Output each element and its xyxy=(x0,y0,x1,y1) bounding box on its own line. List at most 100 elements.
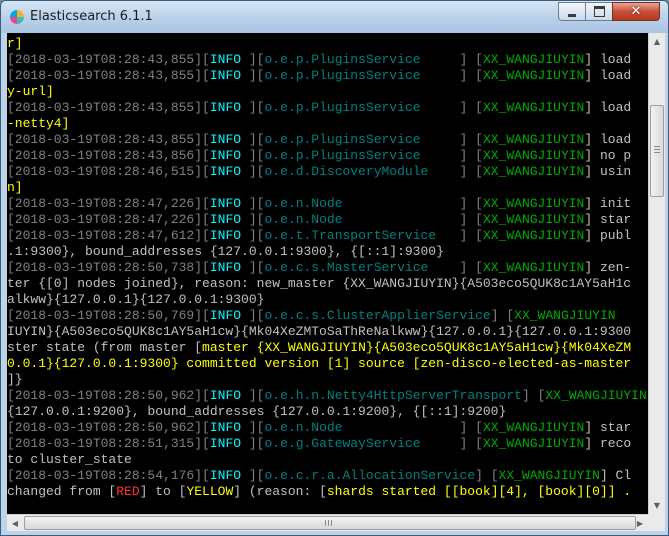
log-segment: INFO xyxy=(209,100,249,115)
log-segment: ] init xyxy=(584,196,632,211)
log-segment: XX_WANGJIUYIN xyxy=(498,468,600,483)
console-output[interactable]: r] [2018-03-19T08:28:43,855][INFO ][o.e.p… xyxy=(7,33,648,514)
log-segment: o.e.c.s.MasterService xyxy=(264,260,460,275)
scroll-left-icon[interactable]: ◀ xyxy=(7,515,23,532)
log-line: to cluster_state xyxy=(7,452,648,468)
log-segment: ] load xyxy=(584,52,632,67)
log-segment: [ xyxy=(202,52,210,67)
log-segment: INFO xyxy=(209,308,249,323)
log-segment: [ xyxy=(202,100,210,115)
log-segment: ] reco xyxy=(584,436,632,451)
log-segment: [2018-03-19T08:28:51,315] xyxy=(7,436,203,451)
log-line: [2018-03-19T08:28:43,855][INFO ][o.e.p.P… xyxy=(7,132,648,148)
log-segment: ][ xyxy=(248,132,265,147)
log-line: [2018-03-19T08:28:47,226][INFO ][o.e.n.N… xyxy=(7,212,648,228)
log-segment: .1:9300}, bound_addresses {127.0.0.1:930… xyxy=(7,244,444,259)
log-segment: ] star xyxy=(584,420,632,435)
log-line: y-url] xyxy=(7,84,648,100)
log-segment: ][ xyxy=(248,388,265,403)
log-segment: ] [ xyxy=(459,132,483,147)
log-segment: ] [ xyxy=(475,468,499,483)
log-line: changed from [RED] to [YELLOW] (reason: … xyxy=(7,484,648,500)
log-segment: ] usin xyxy=(584,164,632,179)
log-segment: ][ xyxy=(248,148,265,163)
log-segment: ] [ xyxy=(459,228,483,243)
log-segment: ] [ xyxy=(459,164,483,179)
grip-line xyxy=(654,152,660,153)
log-segment: ][ xyxy=(248,68,265,83)
log-segment: o.e.c.s.ClusterApplierService xyxy=(264,308,491,323)
log-segment: ] [ xyxy=(459,196,483,211)
grip-line xyxy=(325,520,326,526)
log-segment: [ xyxy=(202,68,210,83)
log-segment: -netty4] xyxy=(7,116,70,131)
log-segment: INFO xyxy=(209,388,249,403)
title-bar[interactable]: Elasticsearch 6.1.1 ✕ xyxy=(1,1,668,33)
log-segment: ] Cl xyxy=(599,468,632,483)
log-segment: INFO xyxy=(209,468,249,483)
log-segment: o.e.n.Node xyxy=(264,212,460,227)
log-segment: y-url] xyxy=(7,84,54,99)
vertical-scroll-thumb[interactable] xyxy=(650,105,664,197)
grip-line xyxy=(328,520,329,526)
log-segment: XX_WANGJIUYIN xyxy=(482,148,585,163)
log-segment: o.e.n.Node xyxy=(264,196,460,211)
scroll-down-icon[interactable]: ▼ xyxy=(649,497,665,514)
log-segment: INFO xyxy=(209,436,249,451)
log-line: [2018-03-19T08:28:50,962][INFO ][o.e.n.N… xyxy=(7,420,648,436)
horizontal-scrollbar[interactable]: ◀ ▶ xyxy=(7,514,648,531)
log-segment: ] star xyxy=(584,212,632,227)
log-segment: [ xyxy=(202,212,210,227)
log-segment: [ xyxy=(202,148,210,163)
log-segment: ] to [ xyxy=(139,484,187,499)
log-segment: [ xyxy=(202,468,210,483)
log-segment: [ xyxy=(202,436,210,451)
log-line: [2018-03-19T08:28:51,315][INFO ][o.e.g.G… xyxy=(7,436,648,452)
log-segment: ] [ xyxy=(490,308,515,323)
log-segment: o.e.d.DiscoveryModule xyxy=(264,164,460,179)
log-line: 0.0.1}{127.0.0.1:9300} committed version… xyxy=(7,356,648,372)
log-line: r] xyxy=(7,36,648,52)
close-button[interactable]: ✕ xyxy=(612,2,660,21)
log-segment: INFO xyxy=(209,228,249,243)
log-segment: [2018-03-19T08:28:43,855] xyxy=(7,52,203,67)
log-line: [2018-03-19T08:28:54,176][INFO ][o.e.c.r… xyxy=(7,468,648,484)
log-segment: ][ xyxy=(248,228,265,243)
log-segment: XX_WANGJIUYIN xyxy=(514,308,616,323)
log-segment: [ xyxy=(202,132,210,147)
horizontal-scroll-thumb[interactable] xyxy=(24,516,636,530)
log-segment: ][ xyxy=(248,436,265,451)
log-line: ster state (from master [master {XX_WANG… xyxy=(7,340,648,356)
log-line: -netty4] xyxy=(7,116,648,132)
log-segment: ] (reason: [ xyxy=(233,484,327,499)
log-segment: [2018-03-19T08:28:43,855] xyxy=(7,100,203,115)
close-icon: ✕ xyxy=(630,4,642,19)
log-line: [2018-03-19T08:28:46,515][INFO ][o.e.d.D… xyxy=(7,164,648,180)
maximize-button[interactable] xyxy=(585,2,613,21)
log-segment: RED xyxy=(116,484,140,499)
log-segment: to cluster_state xyxy=(7,452,132,467)
log-segment: r] xyxy=(7,36,23,51)
log-segment: [ xyxy=(202,308,210,323)
log-segment: n] xyxy=(7,180,23,195)
log-segment: ][ xyxy=(248,100,265,115)
log-segment: ][ xyxy=(248,468,265,483)
grip-line xyxy=(654,146,660,147)
log-line: [2018-03-19T08:28:50,769][INFO ][o.e.c.s… xyxy=(7,308,648,324)
log-segment: INFO xyxy=(209,148,249,163)
log-line: [2018-03-19T08:28:50,962][INFO ][o.e.h.n… xyxy=(7,388,648,404)
log-segment: ] publ xyxy=(584,228,632,243)
vertical-scrollbar[interactable]: ▲ ▼ xyxy=(648,33,665,514)
scroll-up-icon[interactable]: ▲ xyxy=(649,33,665,50)
scroll-right-icon[interactable]: ▶ xyxy=(632,515,648,532)
log-segment: [2018-03-19T08:28:50,962] xyxy=(7,388,203,403)
log-segment: XX_WANGJIUYIN xyxy=(482,164,585,179)
minimize-button[interactable] xyxy=(558,2,586,21)
log-segment: XX_WANGJIUYIN xyxy=(482,260,585,275)
log-segment: ] [ xyxy=(459,260,483,275)
log-line: [2018-03-19T08:28:43,855][INFO ][o.e.p.P… xyxy=(7,52,648,68)
log-segment: [2018-03-19T08:28:50,962] xyxy=(7,420,203,435)
log-segment: ] zen- xyxy=(584,260,632,275)
log-segment: XX_WANGJIUYIN xyxy=(482,100,585,115)
log-segment: [2018-03-19T08:28:46,515] xyxy=(7,164,203,179)
